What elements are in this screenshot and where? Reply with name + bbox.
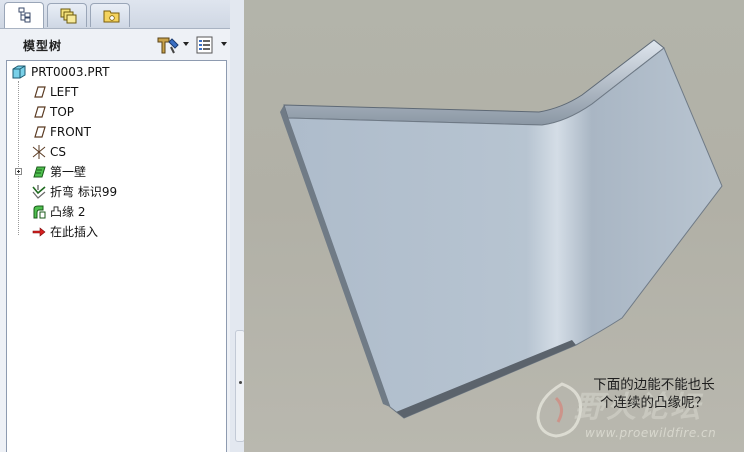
panel-tab-strip [0,0,244,29]
tree-item-label: PRT0003.PRT [31,65,110,79]
show-options-button[interactable] [195,35,229,55]
tree-item-label: LEFT [50,85,79,99]
tree-header: 模型树 [0,29,244,59]
layers-tab[interactable] [47,3,87,27]
tree-item-coordinate-system[interactable]: CS [7,143,222,161]
watermark-url: www.proewildfire.cn [585,426,717,440]
insert-here-arrow-icon [32,227,46,237]
tree-item-first-wall[interactable]: 第一壁 [7,163,222,181]
first-wall-icon [33,166,46,178]
tree-item-label: 折弯 标识99 [50,185,118,199]
bend-icon [32,185,46,199]
tree-item-label: CS [50,145,66,159]
panel-title: 模型树 [23,39,63,53]
tree-item-left-plane[interactable]: LEFT [7,83,222,101]
annotation-note: 下面的边能不能也长 个连续的凸缘呢？ [566,376,742,412]
tree-item-label: 凸缘 2 [50,205,86,219]
model-tree-panel: 模型树 PRT0003.PRT LEFT TOP FRONT CS 第一壁 折弯… [0,0,245,452]
flange-icon [33,205,46,219]
tree-settings-button[interactable] [155,35,191,55]
part-icon [12,65,26,79]
tree-item-label: FRONT [50,125,91,139]
main-wall-face [287,47,723,419]
graphics-window[interactable]: 野火论坛 www.proewildfire.cn 下面的边能不能也长 个连续的凸… [244,0,744,452]
tree-item-top-plane[interactable]: TOP [7,103,222,121]
tree-item-label: 在此插入 [50,225,99,239]
model-tree-icon [18,7,31,23]
chevron-down-icon [183,42,189,46]
tree-item-part[interactable]: PRT0003.PRT [7,63,222,81]
layers-icon [60,8,77,24]
coordinate-system-icon [32,145,46,159]
datum-plane-icon [34,106,46,118]
expand-icon[interactable] [15,168,22,175]
grip-dot-icon [239,381,242,384]
tree-item-bend[interactable]: 折弯 标识99 [7,183,222,201]
annotation-line-1: 下面的边能不能也长 [593,377,715,393]
show-options-icon [196,36,213,54]
datum-plane-icon [34,126,46,138]
tree-item-flange[interactable]: 凸缘 2 [7,203,222,221]
folder-browser-tab[interactable] [90,3,130,27]
folder-icon [103,10,120,23]
chevron-down-icon [221,42,227,46]
panel-splitter[interactable] [230,0,245,452]
tree-item-insert-here[interactable]: 在此插入 [7,223,222,241]
model-tree-tab[interactable] [4,2,44,28]
tree-settings-icon [157,37,179,54]
datum-plane-icon [34,86,46,98]
tree-item-label: 第一壁 [50,165,87,179]
annotation-line-2: 个连续的凸缘呢？ [600,395,708,411]
model-tree: PRT0003.PRT LEFT TOP FRONT CS 第一壁 折弯 标识9… [6,60,227,452]
tree-item-label: TOP [50,105,75,119]
tree-item-front-plane[interactable]: FRONT [7,123,222,141]
